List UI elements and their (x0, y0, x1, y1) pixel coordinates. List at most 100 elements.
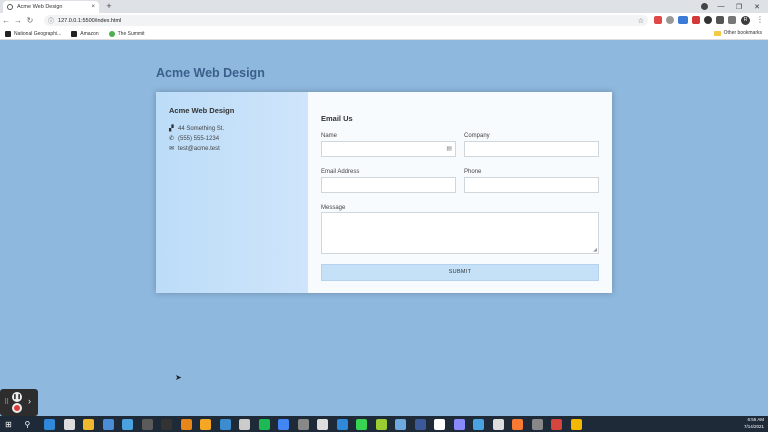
extension-icon[interactable] (704, 16, 712, 24)
taskbar-app-icon[interactable] (414, 418, 426, 430)
tab-title: Acme Web Design (17, 4, 63, 10)
maximize-button[interactable]: ❐ (730, 3, 748, 11)
other-bookmarks[interactable]: Other bookmarks (713, 30, 762, 36)
phone-label: Phone (464, 169, 482, 175)
taskbar-app-icon[interactable] (161, 418, 172, 430)
new-tab-button[interactable]: + (104, 1, 114, 12)
record-button[interactable] (12, 403, 22, 413)
taskbar-app-icon[interactable] (317, 418, 328, 430)
taskbar-app-icon[interactable] (375, 418, 387, 430)
name-input[interactable]: ▤ (321, 141, 456, 157)
puzzle-icon[interactable] (716, 16, 724, 24)
address-line: ▞ 44 Something St. (169, 125, 295, 133)
other-bookmarks-label: Other bookmarks (723, 30, 762, 36)
taskbar-app-icon[interactable] (434, 418, 445, 430)
forward-icon[interactable]: → (12, 16, 24, 25)
mouse-cursor-icon: ➤ (175, 373, 182, 382)
bookmark-the-summit[interactable]: The Summit (108, 30, 145, 37)
envelope-icon: ✉ (169, 146, 175, 152)
taskbar-app-icon[interactable] (44, 418, 55, 430)
extension-icon[interactable] (692, 16, 700, 24)
taskbar-app-icon[interactable] (512, 418, 523, 430)
extension-icon[interactable] (666, 16, 674, 24)
page-title: Acme Web Design (156, 66, 265, 80)
taskbar-app-icon[interactable] (570, 418, 582, 430)
email-address-input[interactable] (321, 177, 456, 193)
back-icon[interactable]: ← (0, 16, 12, 25)
taskbar-app-icon[interactable] (336, 418, 348, 430)
search-icon[interactable]: ⚲ (25, 419, 36, 430)
pause-button[interactable]: ❚❚ (12, 392, 22, 402)
menu-icon[interactable]: ⋮ (756, 15, 764, 24)
taskbar-app-icon[interactable] (83, 418, 94, 430)
taskbar-app-icon[interactable] (492, 418, 504, 430)
taskbar-app-icon[interactable] (297, 418, 309, 430)
contact-card: Acme Web Design ▞ 44 Something St. ✆ (55… (156, 92, 612, 293)
taskbar-app-icon[interactable] (531, 418, 543, 430)
extension-icon[interactable] (678, 16, 688, 24)
expand-arrow-icon[interactable]: › (28, 396, 31, 406)
autofill-icon[interactable]: ▤ (446, 145, 452, 152)
taskbar-app-icon[interactable] (219, 418, 231, 430)
bookmark-amazon[interactable]: Amazon (71, 30, 99, 37)
address-text: 44 Something St. (178, 125, 225, 132)
taskbar-app-icon[interactable] (200, 418, 211, 430)
phone-text: (555) 555-1234 (178, 135, 220, 142)
bookmark-label: National Geographi... (14, 30, 62, 37)
bookmark-star-icon[interactable]: ☆ (638, 17, 644, 25)
email-text: test@acme.test (178, 145, 220, 152)
bookmarks-bar: National Geographi... Amazon The Summit … (0, 28, 768, 40)
message-textarea[interactable]: ◢ (321, 212, 599, 254)
taskbar-app-icon[interactable] (122, 418, 133, 430)
company-heading: Acme Web Design (169, 106, 235, 115)
taskbar-app-icon[interactable] (278, 418, 289, 430)
system-clock[interactable]: 6:55 AM 7/14/2021 (744, 417, 764, 430)
tab-close-icon[interactable]: × (91, 4, 95, 10)
resize-handle-icon[interactable]: ◢ (593, 247, 597, 253)
email-form-panel: Email Us Name ▤ Company Email Address Ph… (308, 92, 612, 293)
browser-toolbar: ← → ↻ ⓘ 127.0.0.1:5500/index.html ☆ (0, 13, 768, 28)
company-input[interactable] (464, 141, 599, 157)
clock-time: 6:55 AM (747, 417, 764, 422)
drag-handle-icon[interactable]: ⠿ (4, 398, 9, 406)
bookmark-icon (108, 30, 115, 37)
taskbar-app-icon[interactable] (453, 418, 465, 430)
email-line: ✉ test@acme.test (169, 145, 295, 153)
folder-icon (713, 30, 721, 36)
submit-button[interactable]: SUBMIT (321, 264, 599, 281)
contact-info-panel: Acme Web Design ▞ 44 Something St. ✆ (55… (156, 92, 308, 293)
clock-date: 7/14/2021 (743, 423, 764, 429)
windows-start-icon[interactable]: ⊞ (5, 419, 16, 430)
reload-icon[interactable]: ↻ (24, 16, 36, 25)
record-indicator-icon (701, 3, 708, 10)
minimize-button[interactable]: — (712, 3, 730, 10)
form-heading: Email Us (321, 114, 353, 123)
phone-line: ✆ (555) 555-1234 (169, 135, 295, 143)
name-label: Name (321, 133, 338, 139)
taskbar-app-icon[interactable] (239, 418, 250, 430)
close-window-button[interactable]: ✕ (748, 3, 766, 11)
message-label: Message (321, 205, 346, 211)
taskbar-app-icon[interactable] (63, 418, 75, 430)
tab-acme-web-design[interactable]: Acme Web Design × (3, 1, 99, 13)
bookmark-national-geographic[interactable]: National Geographi... (5, 30, 62, 37)
taskbar-app-icon[interactable] (141, 418, 153, 430)
taskbar-app-icon[interactable] (102, 418, 114, 430)
address-bar[interactable]: ⓘ 127.0.0.1:5500/index.html ☆ (44, 15, 648, 26)
bookmark-icon (5, 30, 11, 37)
media-icon[interactable] (728, 16, 736, 24)
extension-icon[interactable] (654, 16, 662, 24)
info-icon[interactable]: ⓘ (48, 16, 54, 25)
bookmark-icon (71, 30, 78, 37)
taskbar-app-icon[interactable] (551, 418, 562, 430)
taskbar-app-icon[interactable] (395, 418, 406, 430)
taskbar-app-icon[interactable] (180, 418, 192, 430)
taskbar: ⊞ ⚲ 6:55 AM 7/14/2021 (0, 416, 768, 432)
phone-input[interactable] (464, 177, 599, 193)
taskbar-app-icon[interactable] (473, 418, 484, 430)
taskbar-app-icon[interactable] (356, 418, 367, 430)
profile-avatar[interactable]: R (741, 16, 750, 25)
phone-icon: ✆ (169, 136, 175, 142)
taskbar-app-icon[interactable] (258, 418, 270, 430)
bookmark-label: Amazon (80, 30, 99, 37)
